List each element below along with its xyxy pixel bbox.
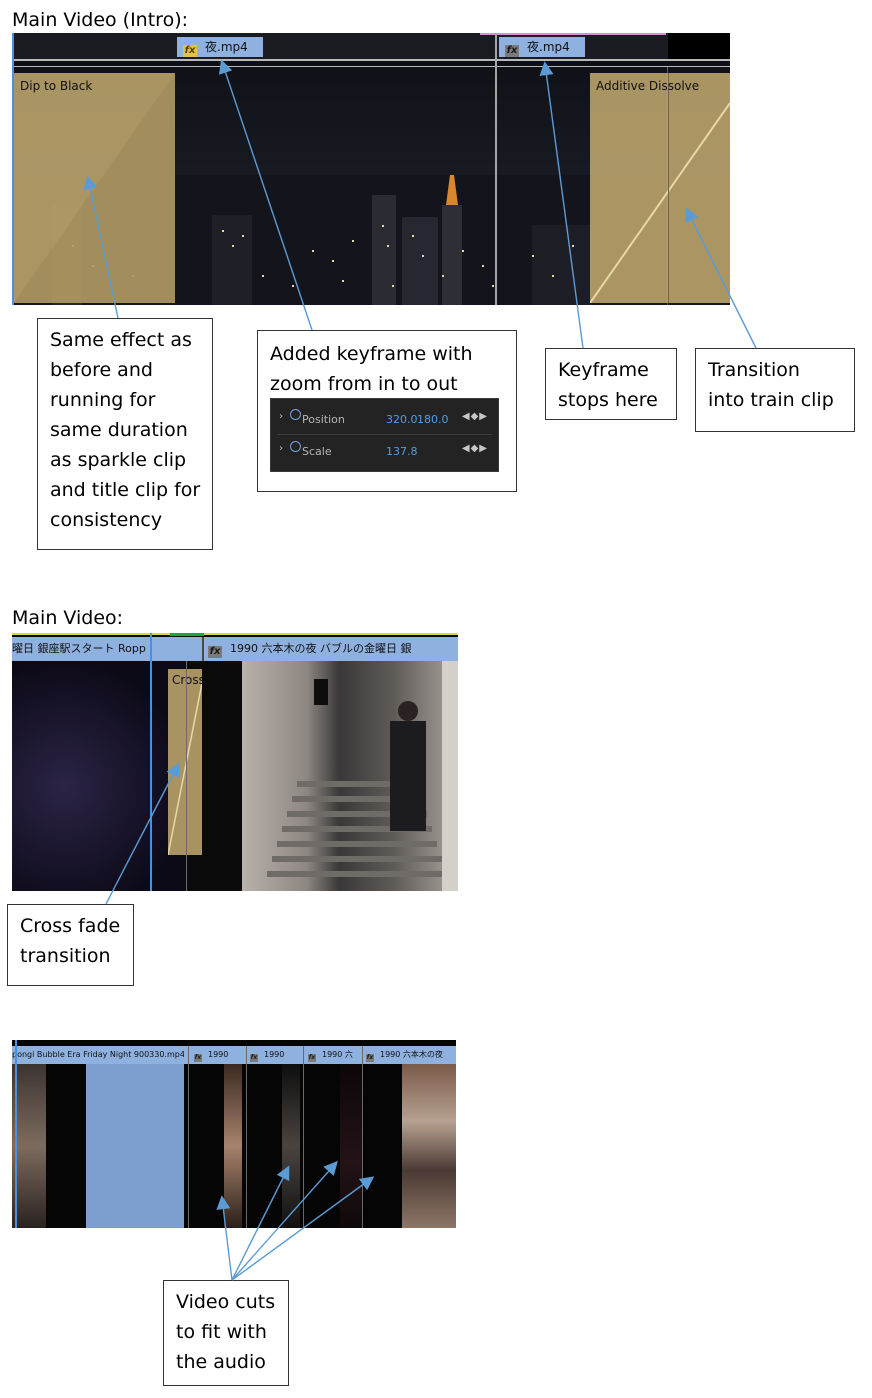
clip-divider xyxy=(362,1046,363,1228)
callout-same-effect: Same effect as before and running for sa… xyxy=(37,318,213,550)
clip-divider xyxy=(188,1046,189,1228)
video-frame-1 xyxy=(12,1064,46,1228)
render-bar xyxy=(170,633,204,636)
clip-label-cut-2[interactable]: fx 1990 xyxy=(250,1046,306,1064)
clip-divider xyxy=(495,33,497,305)
expand-icon[interactable]: › xyxy=(279,411,283,422)
fx-icon: fx xyxy=(308,1054,316,1062)
callout-keyframe-stops: Keyframe stops here xyxy=(545,348,677,420)
callout-cross-fade: Cross fade transition xyxy=(7,904,134,986)
video-frame-blue xyxy=(86,1064,184,1228)
video-frame-4 xyxy=(340,1064,362,1228)
fx-icon: fx xyxy=(366,1054,374,1062)
clip-label-night-2[interactable]: fx 夜.mp4 xyxy=(499,37,585,57)
fx-icon: fx xyxy=(250,1054,258,1062)
video-frame-stairs xyxy=(242,661,458,891)
keyframe-panel: › Position 320.0 180.0 ◀◆▶ › Scale 137.8… xyxy=(270,398,499,472)
keyframe-row-scale[interactable]: › Scale 137.8 ◀◆▶ xyxy=(271,437,498,465)
transition-diagonal xyxy=(590,73,730,303)
fx-icon: fx xyxy=(194,1054,202,1062)
clip-label-night-1[interactable]: fx 夜.mp4 xyxy=(177,37,263,57)
callout-video-cuts: Video cuts to fit with the audio xyxy=(163,1280,289,1386)
clip-divider xyxy=(202,637,204,661)
clip-divider xyxy=(186,661,187,891)
clip-label-roppongi-bubble[interactable]: pongi Bubble Era Friday Night 900330.mp4 xyxy=(12,1046,184,1064)
section-title-main: Main Video: xyxy=(12,607,124,629)
transition-diagonal xyxy=(14,73,175,303)
track-line xyxy=(12,59,730,61)
fx-icon: fx xyxy=(505,45,519,57)
fx-icon: fx xyxy=(208,646,222,658)
stopwatch-icon[interactable] xyxy=(290,441,301,452)
transition-dip-to-black[interactable]: Dip to Black xyxy=(14,73,175,303)
clip-label-roppongi[interactable]: fx 1990 六本木の夜 バブルの金曜日 銀 xyxy=(208,637,458,661)
fx-icon: fx xyxy=(183,45,197,57)
transition-additive-dissolve[interactable]: Additive Dissolve xyxy=(590,73,730,303)
work-area-bar xyxy=(12,633,458,635)
clip-label-cut-3[interactable]: fx 1990 六 xyxy=(308,1046,364,1064)
stopwatch-icon[interactable] xyxy=(290,409,301,420)
keyframe-nav-icon[interactable]: ◀◆▶ xyxy=(462,411,488,422)
video-frame-tunnel xyxy=(12,661,188,891)
expand-icon[interactable]: › xyxy=(279,443,283,454)
transition-diagonal xyxy=(168,682,202,855)
timeline-intro: fx 夜.mp4 fx 夜.mp4 Dip to Black Additive Di… xyxy=(12,33,730,305)
clip-label-ginza[interactable]: 曜日 銀座駅スタート Ropp xyxy=(12,637,172,661)
timeline-cuts: pongi Bubble Era Friday Night 900330.mp4… xyxy=(12,1040,456,1228)
clip-label-cut-4[interactable]: fx 1990 六本木の夜 xyxy=(366,1046,456,1064)
clip-label-cut-1[interactable]: fx 1990 xyxy=(194,1046,244,1064)
keyframe-nav-icon[interactable]: ◀◆▶ xyxy=(462,443,488,454)
callout-transition-train: Transition into train clip xyxy=(695,348,855,432)
empty-track-area xyxy=(668,33,730,59)
keyframe-row-position[interactable]: › Position 320.0 180.0 ◀◆▶ xyxy=(271,405,498,433)
video-frame-5 xyxy=(402,1064,456,1228)
stairs-graphic xyxy=(267,661,458,891)
clip-divider xyxy=(246,1046,247,1228)
divider xyxy=(277,434,492,435)
video-frame-3 xyxy=(282,1064,300,1228)
playhead[interactable] xyxy=(12,33,14,305)
section-title-intro: Main Video (Intro): xyxy=(12,9,189,31)
video-frame-2 xyxy=(224,1064,242,1228)
track-header xyxy=(12,33,730,59)
playhead[interactable] xyxy=(150,633,152,891)
clip-top-marker xyxy=(480,33,666,35)
timeline-main: 曜日 銀座駅スタート Ropp fx 1990 六本木の夜 バブルの金曜日 銀 C… xyxy=(12,633,458,891)
playhead[interactable] xyxy=(15,1040,17,1228)
transition-cross[interactable]: Cross xyxy=(168,669,202,855)
clip-divider xyxy=(303,1046,304,1228)
